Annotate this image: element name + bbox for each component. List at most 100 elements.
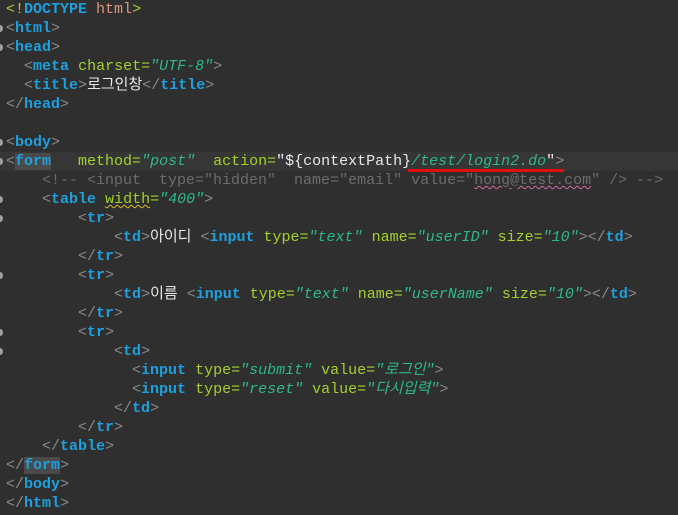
fold-marker-icon[interactable]	[0, 25, 3, 32]
token-attribute-name: value=	[321, 362, 376, 379]
code-line[interactable]: <td>	[0, 342, 678, 361]
token-bracket: >	[60, 476, 70, 493]
token-bracket: >	[51, 20, 61, 37]
token-bracket: >	[78, 77, 88, 94]
code-line[interactable]: <title>로그인창</title>	[0, 76, 678, 95]
token-bracket: >	[105, 438, 115, 455]
code-line[interactable]: <td>이름 <input type="text" name="userName…	[0, 285, 678, 304]
token-comment: hong@test.com	[474, 172, 592, 189]
fold-marker-icon[interactable]	[0, 139, 3, 146]
code-line[interactable]: <input type="submit" value="로그인">	[0, 361, 678, 380]
token-bracket: >	[51, 134, 61, 151]
token-doctype-keyword: DOCTYPE	[24, 1, 88, 18]
token-tag-name: html	[24, 495, 61, 512]
fold-marker-icon[interactable]	[0, 272, 3, 279]
code-line[interactable]: <form method="post" action="${contextPat…	[0, 152, 678, 171]
code-line[interactable]: <tr>	[0, 323, 678, 342]
code-line[interactable]: <body>	[0, 133, 678, 152]
token-bracket: >	[439, 381, 449, 398]
code-line[interactable]: <input type="reset" value="다시입력">	[0, 380, 678, 399]
fold-marker-icon[interactable]	[0, 348, 3, 355]
code-line[interactable]: <head>	[0, 38, 678, 57]
code-line[interactable]: </head>	[0, 95, 678, 114]
code-line[interactable]: </tr>	[0, 247, 678, 266]
token-bracket: <	[114, 343, 124, 360]
token-doctype-html: html	[96, 1, 133, 18]
token-bracket: </	[142, 77, 161, 94]
red-underline-annotation	[408, 169, 564, 172]
token-tag-name: td	[123, 229, 142, 246]
token-text: 이름	[150, 286, 187, 303]
token-tag-name: td	[605, 229, 624, 246]
code-line[interactable]: <tr>	[0, 209, 678, 228]
fold-marker-icon[interactable]	[0, 215, 3, 222]
token-bracket: </	[78, 248, 97, 265]
code-line[interactable]: <!DOCTYPE html>	[0, 0, 678, 19]
token-tag-name: td	[123, 286, 142, 303]
token-tag-name: body	[15, 134, 52, 151]
token-tag-name: tr	[96, 248, 115, 265]
token-bracket: <	[42, 191, 52, 208]
token-bracket: </	[6, 495, 25, 512]
token-attribute-value: "다시입력"	[366, 381, 440, 398]
code-line[interactable]: <tr>	[0, 266, 678, 285]
code-line[interactable]: </body>	[0, 475, 678, 494]
token-tag-name: input	[141, 362, 187, 379]
token-tag-name: title	[160, 77, 206, 94]
code-line[interactable]: </td>	[0, 399, 678, 418]
code-line[interactable]: </table>	[0, 437, 678, 456]
token-bracket: </	[6, 96, 25, 113]
token-attribute-name: width	[105, 191, 151, 208]
code-line[interactable]: </tr>	[0, 304, 678, 323]
token-tag-name: td	[609, 286, 628, 303]
token-attribute-name: size=	[501, 286, 547, 303]
fold-marker-icon[interactable]	[0, 158, 3, 165]
token-attribute-value: "로그인"	[375, 362, 435, 379]
token-bracket: >	[555, 153, 565, 170]
token-bracket: </	[78, 305, 97, 322]
token-bracket: >	[204, 191, 214, 208]
fold-marker-icon[interactable]	[0, 329, 3, 336]
fold-marker-icon[interactable]	[0, 196, 3, 203]
token-tag-name: td	[132, 400, 151, 417]
fold-marker-icon[interactable]	[0, 44, 3, 51]
token-attribute-name: value=	[312, 381, 367, 398]
code-line[interactable]	[0, 114, 678, 133]
token-attribute-value: "submit"	[240, 362, 313, 379]
token-tag-name: tr	[87, 210, 106, 227]
code-line[interactable]: <meta charset="UTF-8">	[0, 57, 678, 76]
token-tag-name: tr	[96, 305, 115, 322]
token-attribute-name: method=	[78, 153, 142, 170]
code-line[interactable]: </tr>	[0, 418, 678, 437]
code-line[interactable]: <td>아이디 <input type="text" name="userID"…	[0, 228, 678, 247]
token-tag-name: title	[33, 77, 79, 94]
token-tag-name: form	[15, 153, 52, 170]
code-line[interactable]: <table width="400">	[0, 190, 678, 209]
token-bracket: >	[51, 39, 61, 56]
code-editor[interactable]: <!DOCTYPE html> <html> <head> <meta charse…	[0, 0, 678, 513]
token-attribute-name: action=	[213, 153, 277, 170]
token-bracket: </	[114, 400, 133, 417]
token-bracket: >	[60, 495, 70, 512]
token-bracket: ></	[578, 229, 606, 246]
token-bracket: <	[132, 362, 142, 379]
token-tag-name: input	[209, 229, 255, 246]
code-line[interactable]: <!-- <input type="hidden" name="email" v…	[0, 171, 678, 190]
token-bracket: </	[6, 457, 25, 474]
code-line[interactable]: </html>	[0, 494, 678, 513]
code-line[interactable]: <html>	[0, 19, 678, 38]
token-tag-name: meta	[33, 58, 70, 75]
code-line[interactable]: </form>	[0, 456, 678, 475]
